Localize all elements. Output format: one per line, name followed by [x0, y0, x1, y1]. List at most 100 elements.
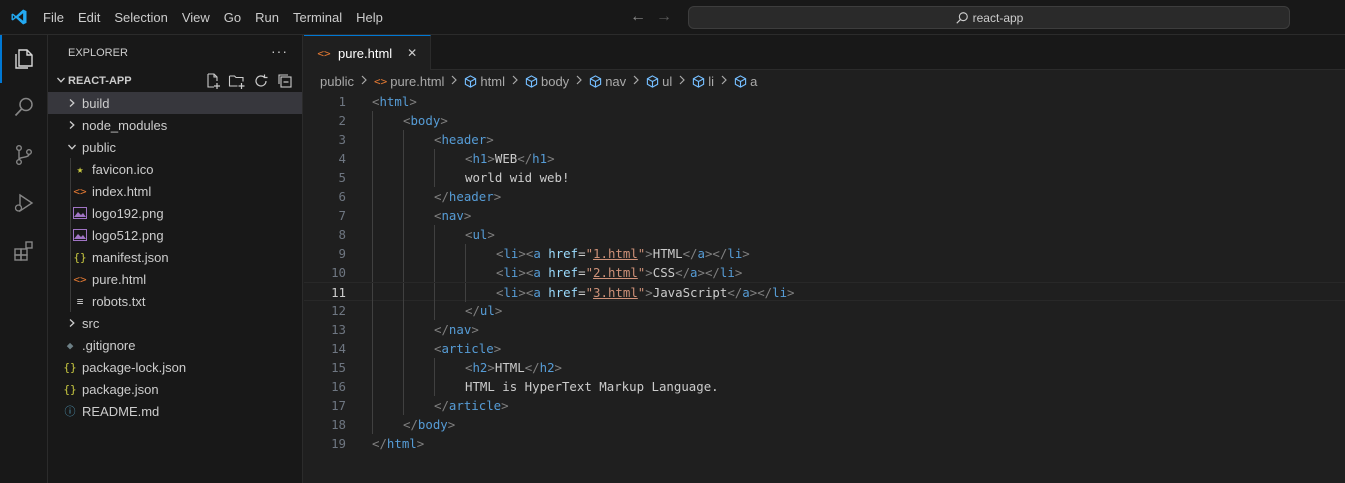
- menu-file[interactable]: File: [36, 0, 71, 35]
- code-token: HTML: [652, 246, 683, 261]
- more-actions-icon[interactable]: ···: [271, 43, 288, 59]
- source-control-icon[interactable]: [0, 131, 48, 179]
- file-package-json[interactable]: {} package.json: [48, 378, 302, 400]
- code-line[interactable]: 1 <html>: [304, 92, 1345, 111]
- code-line[interactable]: 3 <header>: [304, 130, 1345, 149]
- code-content: <li><a href="1.html">HTML</a></li>: [496, 244, 750, 263]
- code-line[interactable]: 11 <li><a href="3.html">JavaScript</a></l…: [304, 282, 1345, 302]
- new-file-icon[interactable]: [204, 72, 222, 90]
- extensions-icon[interactable]: [0, 227, 48, 275]
- forward-arrow-icon[interactable]: →: [656, 8, 672, 26]
- line-number: 2: [338, 113, 346, 128]
- code-line[interactable]: 15 <h2>HTML</h2>: [304, 358, 1345, 377]
- file-index-html[interactable]: <> index.html: [48, 180, 302, 202]
- file-readme-md[interactable]: ⓘ README.md: [48, 400, 302, 422]
- tab-pure-html[interactable]: <> pure.html ✕: [304, 35, 432, 70]
- file-logo512-png[interactable]: logo512.png: [48, 224, 302, 246]
- indent-guide: [403, 187, 404, 206]
- refresh-icon[interactable]: [252, 72, 270, 90]
- menu-selection[interactable]: Selection: [107, 0, 174, 35]
- chevron-right-icon: [64, 315, 80, 331]
- code-line[interactable]: 5 world wid web!: [304, 168, 1345, 187]
- html-file-icon: <>: [373, 74, 388, 88]
- file-robots-txt[interactable]: ≡ robots.txt: [48, 290, 302, 312]
- chevron-down-icon: [48, 75, 68, 88]
- indent-guide: [372, 301, 373, 320]
- explorer-icon[interactable]: [0, 35, 48, 83]
- breadcrumb-separator-icon: [450, 75, 458, 88]
- breadcrumb-item[interactable]: <> pure.html: [374, 74, 444, 89]
- code-token: a: [533, 285, 541, 300]
- indent-guide: [372, 320, 373, 339]
- folder-src[interactable]: src: [48, 312, 302, 334]
- chevron-right-icon: [64, 95, 80, 111]
- indent-guide: [403, 358, 404, 377]
- code-line[interactable]: 9 <li><a href="1.html">HTML</a></li>: [304, 244, 1345, 263]
- code-line[interactable]: 14 <article>: [304, 339, 1345, 358]
- code-line[interactable]: 6 </header>: [304, 187, 1345, 206]
- line-number: 19: [331, 436, 346, 451]
- file-manifest-json[interactable]: {} manifest.json: [48, 246, 302, 268]
- menu-edit[interactable]: Edit: [71, 0, 107, 35]
- code-token: li: [772, 285, 788, 300]
- breadcrumb-item[interactable]: li: [692, 74, 714, 89]
- code-line[interactable]: 4 <h1>WEB</h1>: [304, 149, 1345, 168]
- breadcrumb-item[interactable]: a: [734, 74, 757, 89]
- code-token: >: [645, 265, 653, 280]
- collapse-all-icon[interactable]: [276, 72, 294, 90]
- folder-build[interactable]: build: [48, 92, 302, 114]
- breadcrumb-item[interactable]: ul: [646, 74, 672, 89]
- breadcrumb-item[interactable]: nav: [589, 74, 626, 89]
- code-token[interactable]: 2.html: [593, 265, 638, 280]
- close-icon[interactable]: ✕: [404, 45, 420, 61]
- breadcrumb-label: li: [708, 73, 715, 89]
- file-gitignore[interactable]: ◆ .gitignore: [48, 334, 302, 356]
- info-icon: ⓘ: [64, 405, 76, 418]
- code-line[interactable]: 10 <li><a href="2.html">CSS</a></li>: [304, 263, 1345, 282]
- breadcrumb-item[interactable]: body: [525, 74, 569, 89]
- search-icon[interactable]: [0, 83, 48, 131]
- code-token: a: [533, 265, 541, 280]
- code-line[interactable]: 16 HTML is HyperText Markup Language.: [304, 377, 1345, 396]
- tree-item-label: manifest.json: [92, 249, 169, 265]
- folder-public[interactable]: public: [48, 136, 302, 158]
- run-and-debug-icon[interactable]: [0, 179, 48, 227]
- code-token[interactable]: 3.html: [593, 285, 638, 300]
- indent-guide: [70, 246, 71, 268]
- workspace-section-header[interactable]: REACT-APP: [48, 70, 302, 92]
- breadcrumb-label: public: [320, 73, 354, 89]
- tree-item-label: logo512.png: [92, 227, 164, 243]
- folder-node-modules[interactable]: node_modules: [48, 114, 302, 136]
- file-pure-html[interactable]: <> pure.html: [48, 268, 302, 290]
- code-line[interactable]: 13 </nav>: [304, 320, 1345, 339]
- code-editor[interactable]: 1 <html> 2 <body> 3 <header> 4 <h1>WEB</h1> 5 wor…: [304, 92, 1345, 483]
- code-token: >: [487, 151, 495, 166]
- back-arrow-icon[interactable]: ←: [630, 8, 646, 26]
- command-center-search[interactable]: react-app: [688, 6, 1290, 29]
- code-line[interactable]: 18 </body>: [304, 415, 1345, 434]
- code-line[interactable]: 19 </html>: [304, 434, 1345, 453]
- file-logo192-png[interactable]: logo192.png: [48, 202, 302, 224]
- menu-help[interactable]: Help: [349, 0, 390, 35]
- menu-run[interactable]: Run: [248, 0, 286, 35]
- breadcrumb-item[interactable]: public: [320, 74, 354, 89]
- code-token[interactable]: 1.html: [593, 246, 638, 261]
- code-line[interactable]: 8 <ul>: [304, 225, 1345, 244]
- code-token: >: [471, 322, 479, 337]
- code-line[interactable]: 2 <body>: [304, 111, 1345, 130]
- new-folder-icon[interactable]: [228, 72, 246, 90]
- code-line[interactable]: 7 <nav>: [304, 206, 1345, 225]
- menu-go[interactable]: Go: [217, 0, 248, 35]
- code-content: world wid web!: [465, 168, 569, 187]
- code-token: HTML is HyperText Markup Language.: [465, 379, 719, 394]
- tab-label: pure.html: [338, 45, 393, 61]
- code-line[interactable]: 12 </ul>: [304, 301, 1345, 320]
- code-line[interactable]: 17 </article>: [304, 396, 1345, 415]
- menu-view[interactable]: View: [175, 0, 217, 35]
- menu-terminal[interactable]: Terminal: [286, 0, 349, 35]
- breadcrumb-item[interactable]: html: [464, 74, 505, 89]
- tree-item-label: package.json: [82, 381, 159, 397]
- file-package-lock-json[interactable]: {} package-lock.json: [48, 356, 302, 378]
- file-favicon-ico[interactable]: ★ favicon.ico: [48, 158, 302, 180]
- html-file-icon: <>: [73, 272, 87, 286]
